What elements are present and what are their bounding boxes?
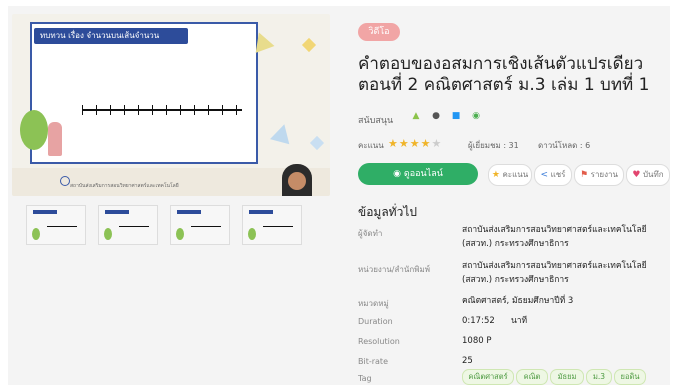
slide-title: ทบทวน เรื่อง จำนวนบนเส้นจำนวน (34, 28, 188, 44)
child-illustration (48, 122, 62, 156)
creator-value: สถาบันส่งเสริมการสอนวิทยาศาสตร์และเทคโนโ… (462, 225, 647, 249)
thumbnail-line (119, 226, 149, 227)
thumbnail[interactable] (98, 205, 158, 245)
category-label: หมวดหมู่ (358, 299, 389, 308)
tag-chip[interactable]: คณิตศาสตร์ (462, 369, 514, 385)
watch-online-button[interactable]: ◉ ดูออนไลน์ (358, 163, 478, 185)
star-icon: ★ (388, 137, 399, 150)
resolution-value: 1080 P (462, 336, 492, 346)
number-line-ticks (82, 105, 242, 115)
ipst-logo-icon (60, 176, 70, 186)
apple-icon: ● (432, 111, 440, 121)
thumbnail-tree (248, 228, 256, 240)
star-empty-icon: ★ (431, 137, 443, 150)
rating-label: คะแนน (358, 141, 384, 150)
thumbnail-title-bar (177, 210, 201, 214)
share-label: แชร์ (550, 170, 566, 179)
rating-stars: ★★★★★ (388, 137, 442, 150)
support-label: สนับสนุน (358, 116, 394, 126)
publisher-value: สถาบันส่งเสริมการสอนวิทยาศาสตร์และเทคโนโ… (462, 261, 647, 285)
thumbnail[interactable] (26, 205, 86, 245)
star-icon: ★ (398, 137, 410, 150)
share-button[interactable]: < แชร์ (534, 164, 572, 186)
share-icon: < (540, 170, 549, 180)
flag-icon: ⚑ (580, 170, 589, 180)
rate-label: คะแนน (502, 170, 529, 179)
creator-label: ผู้จัดทำ (358, 229, 383, 238)
thumbnail[interactable] (242, 205, 302, 245)
thumbnail-tree (176, 228, 184, 240)
android-icon: ▲ (412, 111, 420, 121)
star-icon: ★ (420, 137, 432, 150)
thumbnail[interactable] (170, 205, 230, 245)
star-decoration-icon (309, 135, 325, 151)
eye-icon: ◉ (393, 169, 401, 179)
duration-label: Duration (358, 317, 393, 326)
report-button[interactable]: ⚑ รายงาน (574, 164, 624, 186)
star-icon: ★ (409, 137, 421, 150)
bitrate-value: 25 (462, 356, 473, 366)
video-preview[interactable]: ทบทวน เรื่อง จำนวนบนเส้นจำนวน สถาบันส่งเ… (12, 14, 330, 196)
thumbnail-title-bar (33, 210, 57, 214)
web-icon: ◉ (472, 111, 480, 121)
tag-chip[interactable]: มัธยม (550, 369, 584, 385)
slide-footer-text: สถาบันส่งเสริมการสอนวิทยาศาสตร์และเทคโนโ… (70, 183, 179, 189)
category-value: คณิตศาสตร์, มัธยมศึกษาปีที่ 3 (462, 296, 574, 306)
thumbnail-line (47, 226, 77, 227)
bitrate-label: Bit-rate (358, 357, 388, 366)
thumbnail-tree (104, 228, 112, 240)
download-count: ดาวน์โหลด : 6 (538, 141, 591, 150)
tag-chip[interactable]: ม.3 (586, 369, 612, 385)
thumbnail-tree (32, 228, 40, 240)
view-count: ผู้เยี่ยมชม : 31 (468, 141, 519, 150)
tree-illustration (20, 110, 48, 150)
media-title: คำตอบของอสมการเชิงเส้นตัวแปรเดียว ตอนที่… (358, 54, 650, 95)
presenter-face (288, 172, 306, 190)
thumbnail-title-bar (249, 210, 273, 214)
thumbnail-strip (26, 205, 330, 245)
thumbnail-title-bar (105, 210, 129, 214)
tag-label: Tag (358, 374, 372, 383)
duration-value: 0:17:52 นาที (462, 316, 528, 326)
heart-icon: ♥ (632, 170, 641, 180)
type-badge: วิดีโอ (358, 23, 400, 41)
star-icon: ★ (491, 170, 500, 180)
paper-plane-icon (270, 121, 294, 145)
report-label: รายงาน (590, 170, 618, 179)
general-info-title: ข้อมูลทั่วไป (358, 205, 417, 219)
save-button[interactable]: ♥ บันทึก (626, 164, 670, 186)
resolution-label: Resolution (358, 337, 400, 346)
tag-chip[interactable]: ยอดิน (614, 369, 646, 385)
watch-online-label: ดูออนไลน์ (403, 169, 443, 179)
save-label: บันทึก (642, 170, 664, 179)
publisher-label: หน่วยงาน/สำนักพิมพ์ (358, 265, 430, 274)
star-decoration-icon (301, 37, 317, 53)
thumbnail-line (191, 226, 221, 227)
tag-chip[interactable]: คณิต (516, 369, 548, 385)
windows-icon: ■ (451, 111, 461, 121)
thumbnail-line (263, 226, 293, 227)
rate-button[interactable]: ★ คะแนน (488, 164, 532, 186)
